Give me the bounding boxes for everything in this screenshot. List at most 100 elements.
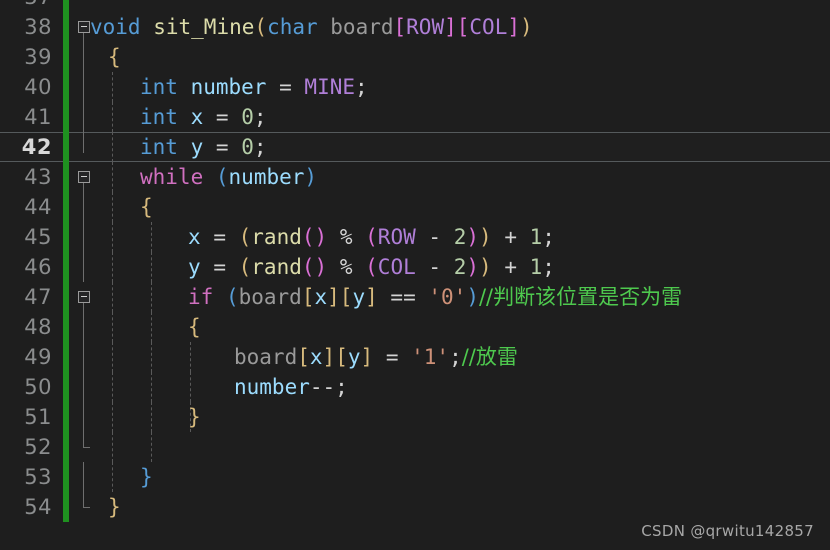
code-text: while (number) xyxy=(140,162,317,192)
code-text: } xyxy=(108,492,121,522)
change-bar xyxy=(63,132,69,162)
token-bracket-open: [ xyxy=(393,15,407,39)
indent-guide xyxy=(151,372,152,402)
fold-connector xyxy=(83,312,84,342)
editor-line-44[interactable]: 44 { xyxy=(0,192,830,222)
fold-connector xyxy=(83,303,84,312)
token-keyword-int: int xyxy=(140,105,178,129)
token-variable-x: x xyxy=(188,225,201,249)
token-keyword-int: int xyxy=(140,135,178,159)
code-text: int number = MINE; xyxy=(140,72,368,102)
code-text: if (board[x][y] == '0')//判断该位置是否为雷 xyxy=(188,282,682,312)
fold-toggle-icon[interactable] xyxy=(78,291,90,303)
editor-line-49[interactable]: 49 board[x][y] = '1';//放雷 xyxy=(0,342,830,372)
token-operator-plus: + xyxy=(504,225,517,249)
token-operator-modulo: % xyxy=(339,255,353,279)
editor-line-48[interactable]: 48 { xyxy=(0,312,830,342)
code-text: { xyxy=(188,312,201,342)
token-variable-y: y xyxy=(188,255,201,279)
editor-line-43[interactable]: 43 while (number) xyxy=(0,162,830,192)
token-brace-close: } xyxy=(108,495,121,519)
change-bar xyxy=(63,372,69,402)
token-operator-plus: + xyxy=(504,255,517,279)
change-bar xyxy=(63,162,69,192)
indent-guide xyxy=(151,432,152,462)
line-number: 40 xyxy=(24,75,52,99)
change-bar xyxy=(63,192,69,222)
editor-line-51[interactable]: 51 } xyxy=(0,402,830,432)
change-bar xyxy=(63,462,69,492)
line-number: 45 xyxy=(24,225,52,249)
line-number: 47 xyxy=(24,285,52,309)
line-number: 39 xyxy=(24,45,52,69)
token-paren-close: ) xyxy=(466,255,480,279)
token-variable-board: board xyxy=(238,285,302,309)
token-brace-open: { xyxy=(140,195,153,219)
indent-guide xyxy=(151,402,152,432)
editor-line-42-current[interactable]: 42 int y = 0; xyxy=(0,132,830,162)
token-paren-open: ( xyxy=(301,225,315,249)
token-operator-assign: = xyxy=(385,345,399,369)
code-text: number--; xyxy=(234,372,348,402)
editor-viewport[interactable]: 37 38 void sit_Mine(char board[ROW][COL]… xyxy=(0,0,830,550)
change-bar xyxy=(63,312,69,342)
indent-guide xyxy=(112,132,113,162)
change-bar xyxy=(63,222,69,252)
token-bracket-close: ] xyxy=(327,285,340,309)
token-comment-place-mine: //放雷 xyxy=(461,345,518,369)
token-semicolon: ; xyxy=(449,345,462,369)
fold-connector-end xyxy=(83,492,90,508)
editor-line-53[interactable]: 53 } xyxy=(0,462,830,492)
fold-connector xyxy=(83,342,84,372)
line-number: 51 xyxy=(24,405,52,429)
line-number: 41 xyxy=(24,105,52,129)
code-text: y = (rand() % (COL - 2)) + 1; xyxy=(188,252,555,282)
token-number-one: 1 xyxy=(529,225,543,249)
token-variable-number: number xyxy=(190,75,267,99)
editor-line-52[interactable]: 52 xyxy=(0,432,830,462)
editor-line-39[interactable]: 39 { xyxy=(0,42,830,72)
token-bracket-open: [ xyxy=(301,285,315,309)
indent-guide xyxy=(112,282,113,312)
code-text: x = (rand() % (ROW - 2)) + 1; xyxy=(188,222,555,252)
indent-guide xyxy=(151,282,152,312)
fold-connector xyxy=(83,72,84,102)
token-number-two: 2 xyxy=(453,255,467,279)
token-paren-open: ( xyxy=(254,15,268,39)
indent-guide xyxy=(112,372,113,402)
indent-guide xyxy=(112,432,113,462)
change-bar xyxy=(63,492,69,522)
editor-line-38[interactable]: 38 void sit_Mine(char board[ROW][COL]) xyxy=(0,12,830,42)
indent-guide xyxy=(112,402,113,432)
editor-line-47[interactable]: 47 if (board[x][y] == '0')//判断该位置是否为雷 xyxy=(0,282,830,312)
editor-line-54[interactable]: 54 } xyxy=(0,492,830,522)
token-char-literal-one: '1' xyxy=(411,345,450,369)
line-number: 38 xyxy=(24,15,52,39)
fold-toggle-icon[interactable] xyxy=(78,171,90,183)
token-number-zero: 0 xyxy=(241,135,254,159)
editor-line-41[interactable]: 41 int x = 0; xyxy=(0,102,830,132)
editor-line-37[interactable]: 37 xyxy=(0,0,830,12)
change-bar xyxy=(63,0,69,12)
fold-toggle-icon[interactable] xyxy=(78,21,90,33)
indent-guide xyxy=(112,342,113,372)
token-bracket-close: ] xyxy=(360,345,374,369)
indent-guide xyxy=(112,252,113,282)
editor-line-40[interactable]: 40 int number = MINE; xyxy=(0,72,830,102)
code-text: } xyxy=(140,462,153,492)
editor-line-46[interactable]: 46 y = (rand() % (COL - 2)) + 1; xyxy=(0,252,830,282)
fold-connector xyxy=(83,192,84,222)
token-macro-col: COL xyxy=(377,255,416,279)
code-text: board[x][y] = '1';//放雷 xyxy=(234,342,518,372)
line-number-active: 42 xyxy=(21,135,52,159)
editor-line-50[interactable]: 50 number--; xyxy=(0,372,830,402)
token-operator-minus: - xyxy=(428,225,442,249)
editor-line-45[interactable]: 45 x = (rand() % (ROW - 2)) + 1; xyxy=(0,222,830,252)
token-bracket-open: [ xyxy=(335,345,348,369)
token-paren-close: ) xyxy=(314,255,328,279)
indent-guide xyxy=(112,192,113,222)
token-paren-close: ) xyxy=(520,15,533,39)
token-semicolon: ; xyxy=(335,375,348,399)
token-macro-row: ROW xyxy=(377,225,416,249)
token-keyword-void: void xyxy=(90,15,141,39)
